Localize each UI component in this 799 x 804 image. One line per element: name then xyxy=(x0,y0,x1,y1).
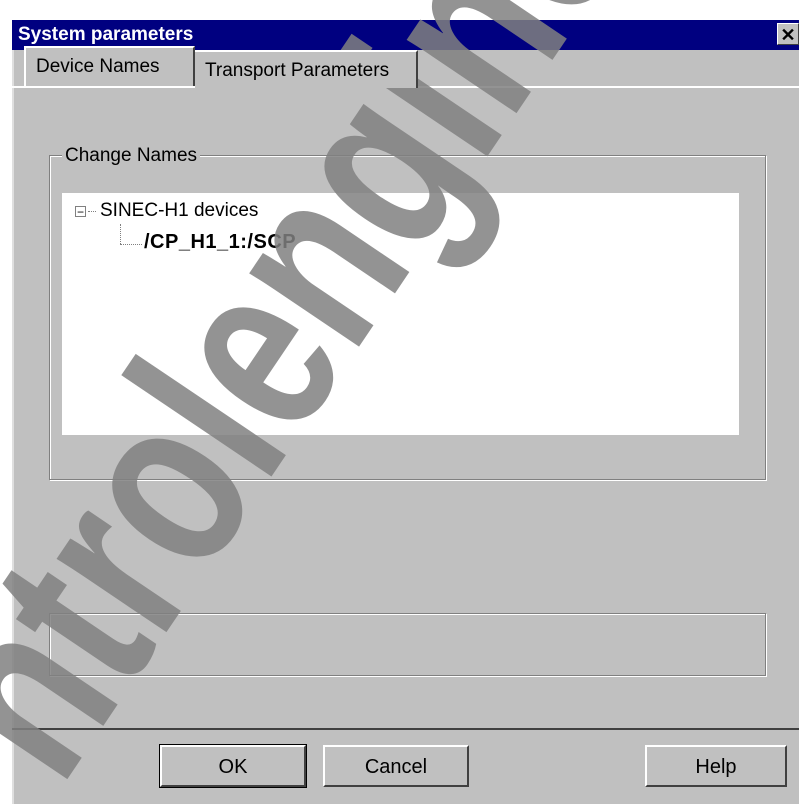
tree-node-label: SINEC-H1 devices xyxy=(100,200,259,221)
tab-device-names-label: Device Names xyxy=(36,56,160,77)
close-icon: ✕ xyxy=(780,25,796,45)
device-tree[interactable] xyxy=(62,193,739,435)
tree-node-device[interactable]: /CP_H1_1:/SCP xyxy=(144,231,296,254)
tab-transport-parameters[interactable]: Transport Parameters xyxy=(195,50,418,88)
change-names-group-label: Change Names xyxy=(62,145,201,167)
cancel-button[interactable]: Cancel xyxy=(323,745,469,787)
help-button[interactable]: Help xyxy=(645,745,787,787)
dialog-title: System parameters xyxy=(18,24,194,45)
ok-button[interactable]: OK xyxy=(159,744,307,788)
tree-connector-horizontal xyxy=(120,244,142,245)
tree-connector-vertical xyxy=(120,224,121,244)
tab-transport-parameters-label: Transport Parameters xyxy=(205,60,390,81)
collapse-icon[interactable]: − xyxy=(75,205,86,218)
info-panel xyxy=(49,613,766,676)
tree-node-sinec-h1-devices[interactable]: − SINEC-H1 devices xyxy=(75,200,258,222)
tab-device-names[interactable]: Device Names xyxy=(24,46,195,86)
close-button[interactable]: ✕ xyxy=(777,23,799,45)
tree-connector xyxy=(88,210,96,212)
